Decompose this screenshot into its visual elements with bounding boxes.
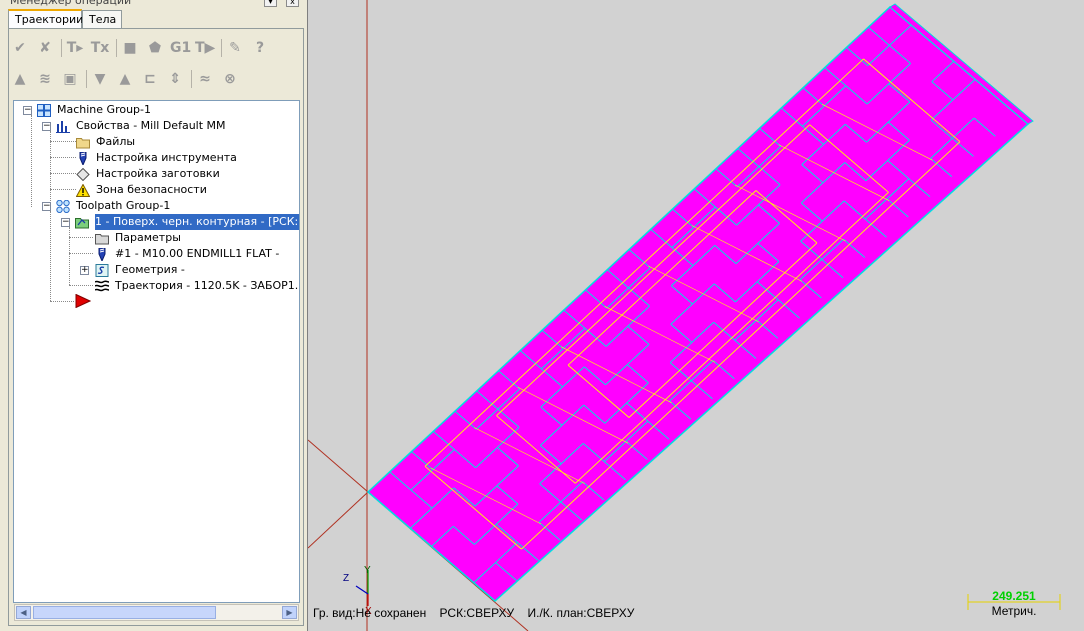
insert-arrow-icon[interactable] [75,294,91,308]
part-3d-view[interactable]: Y Z X [308,0,1084,631]
toggle-display-icon[interactable]: ≋ [35,69,55,89]
only-selected-icon[interactable]: ⊗ [220,69,240,89]
tree-horizontal-scrollbar[interactable]: ◀ ▶ [14,604,299,621]
tool-icon [98,248,106,261]
tree-line [50,301,74,302]
collapse-toggle[interactable]: − [23,106,32,115]
part-surface[interactable] [366,5,1030,602]
tree-item-label: Toolpath Group-1 [76,199,171,212]
collapse-toggle[interactable]: − [61,218,70,227]
tree-line [50,141,76,142]
post-icon[interactable]: G1 [170,38,191,58]
scale-value: 249.251 [992,589,1036,603]
move-up-icon[interactable]: ▲ [115,69,135,89]
operation-folder-icon [75,218,89,229]
select-all-ops-icon[interactable]: ✔ [10,38,30,58]
dropdown-icon: ▾ [268,0,273,6]
tree-line [50,173,76,174]
verify-icon[interactable]: ⬟ [145,38,165,58]
toolbar-separator [221,39,222,57]
tree-item-label: #1 - M10.00 ENDMILL1 FLAT - [115,247,280,260]
axis-y-label: Y [364,565,371,576]
tree-line [69,227,70,285]
scroll-left-button[interactable]: ◀ [16,606,31,619]
tree-line [31,115,32,207]
tree-line [50,211,51,301]
tree-line [50,157,76,158]
graphics-view-status[interactable]: Гр. вид:Не сохранен [313,606,426,620]
regen-selected-icon[interactable]: T▸ [65,38,85,58]
warning-icon [76,184,90,197]
move-down-icon[interactable]: ▼ [90,69,110,89]
toolbar-separator [86,70,87,88]
toolpath-display-icon[interactable]: ≈ [195,69,215,89]
wcs-status[interactable]: РСК:СВЕРХУ [440,606,515,620]
tree-line [50,189,76,190]
backplot-icon[interactable]: ■ [120,38,140,58]
wcs-axis-z [308,491,369,549]
regen-ops-icon[interactable]: ✘ [35,38,55,58]
tab-solids[interactable]: Тела [82,10,122,28]
scroll-thumb[interactable] [33,606,216,619]
scale-unit: Метрич. [991,604,1037,618]
machine-group-icon [37,104,51,117]
regen-dirty-icon[interactable]: Tx [90,38,110,58]
folder-icon [76,138,90,149]
scroll-right-button[interactable]: ▶ [282,606,297,619]
collapse-toggle[interactable]: − [42,122,51,131]
tree-item-label: Настройка заготовки [96,167,220,180]
operations-toolbar-1: ✔ ✘ T▸ Tx ■ ⬟ G1 T▶ ✎? [10,35,300,61]
wcs-axis-x-back [308,439,369,493]
tree-item-label: Зона безопасности [96,183,207,196]
tree-line [69,237,93,238]
high-feed-icon[interactable]: T▶ [195,38,215,58]
tool-icon [79,152,87,165]
axis-z-label: Z [343,573,349,584]
operations-manager-panel: Менеджер операций ▾ x Траектории Тела ✔ ✘… [0,0,308,631]
close-icon: x [290,0,295,6]
geometry-icon [95,264,109,277]
toolbar-separator [61,39,62,57]
panel-pin-button[interactable]: ▾ [264,0,277,7]
tplane-status[interactable]: И./К. план:СВЕРХУ [528,606,635,620]
scroll-to-insert-icon[interactable]: ⇕ [165,69,185,89]
tree-item-label: Параметры [115,231,181,244]
delete-ops-icon[interactable]: ✎ [225,38,245,58]
toggle-post-icon[interactable]: ▣ [60,69,80,89]
toolpath-icon [95,280,109,292]
tree-item-label: 1 - Поверх. черн. контурная - [РСК: СВЕР… [95,214,299,230]
tab-toolpaths[interactable]: Траектории [8,9,83,29]
lock-icon[interactable]: ▲ [10,69,30,89]
scale-indicator: 249.251 Метрич. [966,588,1062,618]
viewport-status-bar: Гр. вид:Не сохранен РСК:СВЕРХУ И./К. пла… [313,606,644,620]
operations-toolbar-2: ▲ ≋ ▣ ▼ ▲ ⊏ ⇕ ≈ ⊗ [10,66,300,92]
tree-item-label: Machine Group-1 [57,103,151,116]
insert-arrow-icon[interactable]: ⊏ [140,69,160,89]
toolpath-group-icon [56,200,70,213]
tree-item-label: Настройка инструмента [96,151,237,164]
toolbar-separator [191,70,192,88]
graphics-viewport[interactable]: Y Z X Гр. вид:Не сохранен РСК:СВЕРХУ И./… [308,0,1084,631]
collapse-toggle[interactable]: − [42,202,51,211]
expand-toggle[interactable]: + [80,266,89,275]
help-icon[interactable]: ? [250,38,270,58]
folder-icon [95,234,109,245]
properties-icon [56,121,70,133]
tree-line [69,285,93,286]
panel-title: Менеджер операций [10,0,132,7]
toolbar-separator [116,39,117,57]
tree-item-label: Геометрия - [115,263,185,276]
tree-item-label: Траектория - 1120.5K - ЗАБОР1.NC - [115,279,299,292]
operations-tree: − Machine Group-1 − Свойства - Mill Defa… [13,100,300,603]
tree-line [69,253,93,254]
tree-item-label: Свойства - Mill Default MM [76,119,226,132]
tree-item-label: Файлы [96,135,136,148]
stock-icon [76,168,90,181]
panel-close-button[interactable]: x [286,0,299,7]
